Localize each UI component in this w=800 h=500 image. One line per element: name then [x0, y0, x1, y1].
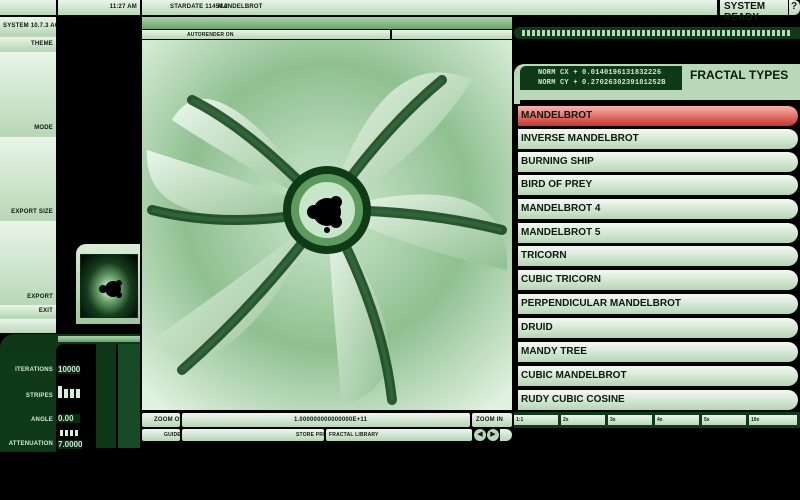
fractal-type-tricorn[interactable]: TRICORN: [518, 246, 798, 266]
library-next-button[interactable]: ▶: [487, 429, 499, 441]
stripes-label: STRIPES: [0, 378, 56, 402]
fractal-type-cubic-tricorn[interactable]: CUBIC TRICORN: [518, 270, 798, 290]
clock-time: 11:27 AM: [109, 4, 137, 10]
fractal-type-burning-ship[interactable]: BURNING SHIP: [518, 152, 798, 172]
fractal-thumbnail[interactable]: [80, 254, 138, 318]
system-status: SYSTEM READY: [720, 0, 788, 23]
fractal-type-druid[interactable]: DRUID: [518, 318, 798, 338]
exit-button[interactable]: EXIT: [0, 305, 56, 317]
fractal-library-button[interactable]: FRACTAL LIBRARY: [326, 429, 472, 441]
attenuation-bars[interactable]: [60, 430, 80, 436]
attenuation-label: ATTENUATION: [0, 428, 56, 450]
render-progress-bar: [514, 27, 800, 39]
store-preset-button[interactable]: STORE PRESET: [182, 429, 337, 441]
fractal-type-cubic-mandelbrot[interactable]: CUBIC MANDELBROT: [518, 366, 798, 386]
footer-void: [0, 452, 800, 500]
zoom-out-button[interactable]: ZOOM OUT: [142, 413, 188, 427]
top-bar-right-slot: [392, 30, 512, 39]
fractal-type-inverse-mandelbrot[interactable]: INVERSE MANDELBROT: [518, 129, 798, 149]
angle-label: ANGLE: [0, 404, 56, 426]
fractal-types-title: FRACTAL TYPES: [690, 68, 789, 82]
scale-2x-button[interactable]: 2x: [561, 415, 605, 425]
library-bar-end: [500, 429, 512, 441]
fractal-type-rudy-cubic-cosine[interactable]: RUDY CUBIC COSINE: [518, 390, 798, 410]
norm-cx: NORM CX + 0.0140196131832226: [538, 69, 662, 77]
export-size-row[interactable]: EXPORT SIZE: [0, 137, 56, 218]
header-time-block: 11:27 AM: [58, 0, 140, 15]
stripes-control[interactable]: [58, 386, 88, 398]
help-button[interactable]: ?: [789, 0, 800, 15]
zoom-value-display: 1.000000000000000E+11: [182, 413, 470, 427]
scale-1x-button[interactable]: 1:1: [514, 415, 558, 425]
fractal-type-perpendicular-mandelbrot[interactable]: PERPENDICULAR MANDELBROT: [518, 294, 798, 314]
params-top-bar: [58, 336, 140, 342]
export-button[interactable]: EXPORT: [0, 221, 56, 303]
scale-3x-button[interactable]: 3x: [608, 415, 652, 425]
system-status-text: SYSTEM READY: [724, 1, 766, 23]
chevron-right-icon: ▶: [490, 431, 496, 438]
mandelbrot-thumbnail-icon: [99, 280, 122, 298]
norm-cy: NORM CY + 0.2702630239181252B: [538, 79, 666, 87]
top-bar-left: [142, 17, 512, 29]
coords-box: NORM CX + 0.0140196131832226 NORM CY + 0…: [520, 66, 682, 90]
fractal-type-mandelbrot-5[interactable]: MANDELBROT 5: [518, 223, 798, 243]
fractal-type-mandelbrot[interactable]: MANDELBROT: [518, 106, 798, 126]
left-footer-block: [0, 319, 56, 333]
attenuation-field[interactable]: 7.0000: [58, 440, 82, 449]
header-stardate-block: STARDATE 11454.2 MANDELBROT: [142, 0, 717, 15]
guides-button[interactable]: GUIDES: [142, 429, 184, 441]
angle-field[interactable]: 0.00: [58, 414, 80, 423]
fractal-type-mandy-tree[interactable]: MANDY TREE: [518, 342, 798, 362]
iterations-field[interactable]: 10000: [58, 365, 80, 374]
theme-row[interactable]: THEME: [0, 37, 56, 50]
coords-inner: [520, 100, 800, 104]
help-icon: ?: [791, 1, 798, 12]
system-access-label: SYSTEM 10.7.3 ACCESS: [0, 17, 76, 35]
fractal-type-mandelbrot-4[interactable]: MANDELBROT 4: [518, 199, 798, 219]
current-mode-name: MANDELBROT: [218, 4, 263, 10]
scale-4x-button[interactable]: 4x: [655, 415, 699, 425]
scale-5x-button[interactable]: 5x: [702, 415, 746, 425]
fractal-canvas[interactable]: [142, 40, 512, 410]
scale-10x-button[interactable]: 10x: [749, 415, 797, 425]
fractal-image: [142, 40, 512, 410]
fractal-type-bird-of-prey[interactable]: BIRD OF PREY: [518, 175, 798, 195]
header-left-block: [0, 0, 56, 15]
autorender-toggle[interactable]: AUTORENDER ON: [142, 30, 390, 39]
iterations-label: ITERATIONS: [0, 352, 56, 376]
zoom-in-button[interactable]: ZOOM IN: [472, 413, 512, 427]
mode-row[interactable]: MODE: [0, 52, 56, 134]
library-prev-button[interactable]: ◀: [474, 429, 486, 441]
chevron-left-icon: ◀: [477, 431, 483, 438]
